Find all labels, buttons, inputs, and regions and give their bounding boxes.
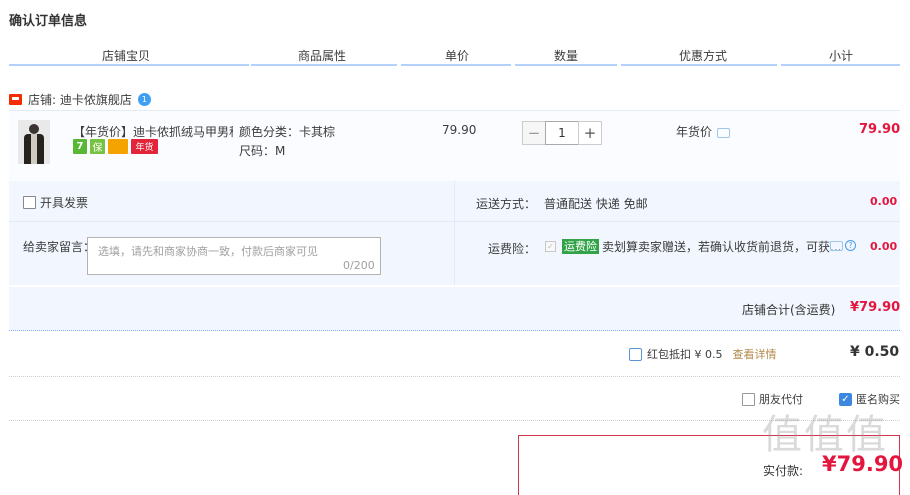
header-divider <box>251 64 397 66</box>
red-packet-label: 红包抵扣 ¥ 0.5 <box>647 348 723 361</box>
chat-icon[interactable] <box>830 240 843 251</box>
seven-day-return-icon[interactable]: 7 <box>73 139 87 154</box>
insurance-checkbox: ✓ <box>545 241 556 252</box>
insurance-help: ? <box>830 240 856 251</box>
invoice-option[interactable]: 开具发票 <box>23 194 88 211</box>
col-header-shop-item: 店铺宝贝 <box>102 49 151 63</box>
col-header-subtotal: 小计 <box>829 49 854 63</box>
header-divider <box>781 64 900 66</box>
insurance-tag: 运费险 <box>562 239 599 254</box>
insurance-cost: 0.00 <box>870 240 898 253</box>
shipping-cost: 0.00 <box>870 195 898 208</box>
header-divider <box>9 64 249 66</box>
promo-label: 年货价 <box>676 125 713 139</box>
shop-badge: 1 <box>137 92 151 106</box>
header-divider <box>515 64 617 66</box>
red-packet-checkbox[interactable] <box>629 347 642 361</box>
header-divider <box>401 64 511 66</box>
header-divider <box>621 64 777 66</box>
red-packet-option: 红包抵扣 ¥ 0.5 查看详情 <box>629 346 777 362</box>
item-subtotal: 79.90 <box>859 122 901 137</box>
unit-price: 79.90 <box>442 123 477 137</box>
quantity-input[interactable]: 1 <box>545 121 579 145</box>
chat-icon[interactable] <box>717 128 731 138</box>
shipping-method[interactable]: 普通配送 快递 免邮 <box>544 195 648 212</box>
product-size: 尺码：M <box>239 144 286 158</box>
product-thumbnail[interactable] <box>18 120 50 164</box>
friend-pay-checkbox[interactable] <box>742 392 755 406</box>
shop-name-link[interactable]: 店铺: 迪卡侬旗舰店 <box>28 91 132 108</box>
quantity-plus-button[interactable]: + <box>578 121 602 145</box>
message-label: 给卖家留言： <box>23 240 96 254</box>
shop-row: 店铺: 迪卡侬旗舰店 1 <box>9 91 151 108</box>
invoice-label: 开具发票 <box>40 196 89 210</box>
quantity-stepper: − 1 + <box>522 121 602 145</box>
payment-label: 实付款: <box>763 464 804 478</box>
message-placeholder: 选填，请先和商家协商一致，付款后商家可见 <box>98 245 318 258</box>
help-icon[interactable]: ? <box>845 240 856 251</box>
shop-total-value: ¥79.90 <box>850 300 901 315</box>
service-icons: 7 保 年货 <box>73 139 158 154</box>
view-details-link[interactable]: 查看详情 <box>733 346 777 362</box>
nianhuo-badge-icon[interactable]: 年货 <box>131 139 158 154</box>
shipping-label: 运送方式： <box>476 197 537 211</box>
insurance-option: ✓ 运费险 卖划算卖家赠送，若确认收货前退货，可获... <box>545 238 841 255</box>
red-packet-value: ¥ 0.50 <box>850 344 900 360</box>
insurance-text: 卖划算卖家赠送，若确认收货前退货，可获... <box>602 240 842 254</box>
message-char-count: 0/200 <box>343 259 375 272</box>
credit-card-icon[interactable] <box>108 139 128 154</box>
shop-total-label: 店铺合计(含运费) <box>742 303 836 317</box>
invoice-checkbox[interactable] <box>23 196 36 209</box>
insurance-label: 运费险： <box>488 242 537 256</box>
product-title-link[interactable]: 【年货价】迪卡侬抓绒马甲男秋... <box>73 123 233 140</box>
shop-icon <box>9 93 22 105</box>
col-header-quantity: 数量 <box>554 49 579 63</box>
divider <box>9 221 900 222</box>
watermark-logo: 值值值 <box>762 412 888 458</box>
col-header-attributes: 商品属性 <box>298 49 347 63</box>
page-title: 确认订单信息 <box>9 14 88 29</box>
quantity-minus-button[interactable]: − <box>522 121 546 145</box>
divider <box>454 181 455 285</box>
col-header-unit-price: 单价 <box>445 49 470 63</box>
col-header-discount: 优惠方式 <box>679 49 728 63</box>
promo-method: 年货价 <box>676 123 731 140</box>
divider <box>9 376 900 377</box>
guarantee-icon[interactable]: 保 <box>90 139 105 154</box>
product-color: 颜色分类：卡其棕 <box>239 125 336 139</box>
